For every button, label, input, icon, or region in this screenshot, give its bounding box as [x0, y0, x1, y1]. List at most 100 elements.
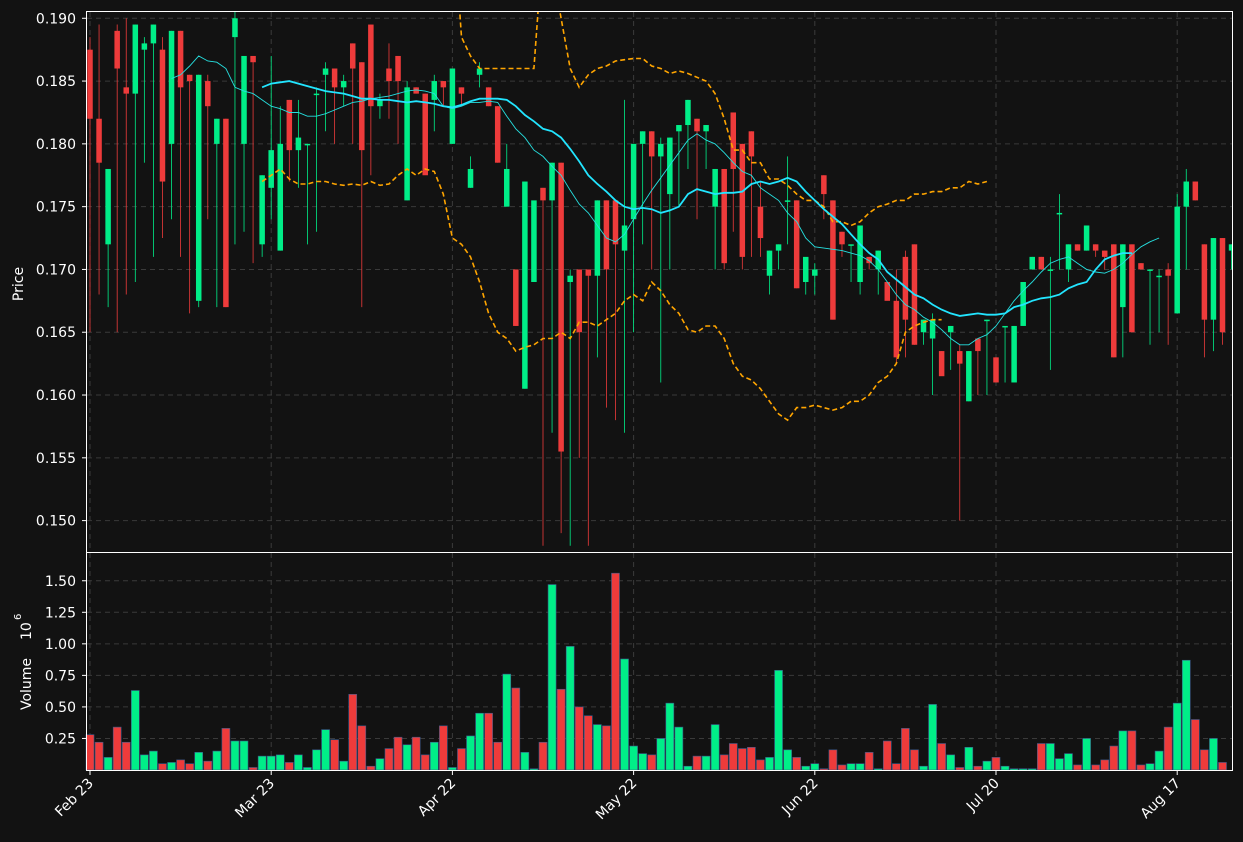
candle-body [857, 225, 863, 282]
candle-body [195, 74, 202, 301]
candle-body [268, 150, 274, 188]
volume-bar [239, 740, 249, 771]
candle-body [522, 181, 528, 389]
volume-bar [502, 673, 512, 771]
volume-bar [1091, 764, 1100, 771]
volume-bar [520, 752, 530, 771]
candle-body [259, 175, 265, 245]
candle-body [458, 87, 465, 94]
volume-bar [384, 748, 394, 771]
candle-body [1101, 250, 1108, 257]
volume-bar [149, 750, 158, 771]
volume-bar [819, 768, 829, 771]
candle-body [793, 200, 800, 289]
candle-body [694, 118, 700, 132]
candle-body [766, 250, 773, 276]
volume-axis-multiplier: 10 [19, 622, 35, 640]
candle-body [893, 300, 900, 358]
candle-body [1074, 244, 1081, 251]
volume-bar [294, 754, 303, 771]
volume-bar [402, 744, 412, 771]
candle-body [1129, 244, 1135, 333]
price-tick-label: 0.180 [36, 137, 76, 153]
price-tick-label: 0.170 [36, 262, 76, 278]
volume-bar [1181, 659, 1191, 771]
candle-body [1038, 256, 1045, 270]
candle-body [377, 99, 383, 107]
price-tick-label: 0.185 [36, 74, 76, 90]
volume-bar [248, 767, 258, 771]
candle-body [975, 338, 981, 352]
volume-bar [556, 688, 566, 771]
volume-bar [638, 753, 647, 771]
volume-axis-title: Volume [19, 658, 35, 710]
candle-body [739, 143, 746, 257]
candle-body [848, 244, 854, 246]
candle-body [531, 200, 537, 282]
volume-bar [538, 741, 548, 771]
candle-body [658, 143, 664, 157]
candle-body [1083, 225, 1090, 251]
volume-bar [683, 765, 693, 771]
candle-body [621, 225, 628, 251]
volume-bar [167, 762, 176, 771]
volume-tick-label: 1.50 [45, 574, 76, 590]
candle-body [1219, 238, 1226, 333]
candle-body [168, 30, 175, 144]
candle-body [938, 351, 945, 377]
candle-body [1056, 212, 1063, 215]
price-tick-label: 0.175 [36, 200, 76, 216]
candle-body [331, 68, 338, 88]
candle-body [775, 244, 782, 251]
candle-body [467, 168, 474, 188]
candle-body [1165, 269, 1171, 276]
volume-bar [131, 690, 140, 771]
volume-bar [393, 736, 403, 771]
candle-body [812, 269, 818, 276]
volume-bar [1209, 738, 1218, 771]
candle-body [476, 68, 483, 75]
volume-tick-label: 1.00 [45, 637, 76, 653]
volume-bar [348, 694, 358, 771]
volume-bar [1000, 765, 1010, 771]
candle-body [504, 168, 510, 207]
candle-body [214, 118, 220, 144]
candle-body [821, 175, 827, 195]
volume-bar [810, 763, 820, 771]
volume-bar [439, 725, 448, 771]
volume-tick-label: 1.25 [45, 605, 76, 621]
volume-bar [892, 763, 901, 771]
candle-body [105, 168, 111, 245]
volume-bar [321, 729, 330, 771]
volume-bar [448, 767, 457, 771]
volume-tick-label: 0.25 [45, 731, 76, 747]
volume-bar [602, 725, 611, 771]
volume-bar [1027, 768, 1037, 771]
candle-body [232, 18, 238, 38]
volume-bar [937, 743, 946, 771]
candle-body [96, 118, 102, 163]
volume-bar [855, 763, 865, 771]
candle-body [386, 68, 392, 82]
volume-bar [783, 749, 792, 771]
volume-bar [312, 749, 321, 771]
candle-body [757, 206, 764, 239]
candle-body [141, 43, 148, 50]
candle-body [1192, 181, 1199, 201]
candle-body [1002, 325, 1008, 328]
volume-bar [647, 754, 657, 771]
candle-body [703, 125, 709, 132]
candle-body [1147, 269, 1153, 271]
volume-bar [140, 754, 149, 771]
candle-body [802, 256, 809, 282]
volume-bar [701, 755, 711, 771]
volume-bar [112, 726, 122, 771]
candle-body [585, 269, 592, 276]
volume-bar [765, 757, 774, 771]
candle-body [1174, 206, 1180, 314]
candle-body [1156, 275, 1162, 278]
candle-body [159, 49, 166, 182]
volume-bar [330, 739, 339, 771]
stock-chart: 0.150 0.155 0.160 0.165 0.170 0.175 0.180 0.185… [0, 0, 1243, 842]
volume-bar [94, 741, 104, 771]
